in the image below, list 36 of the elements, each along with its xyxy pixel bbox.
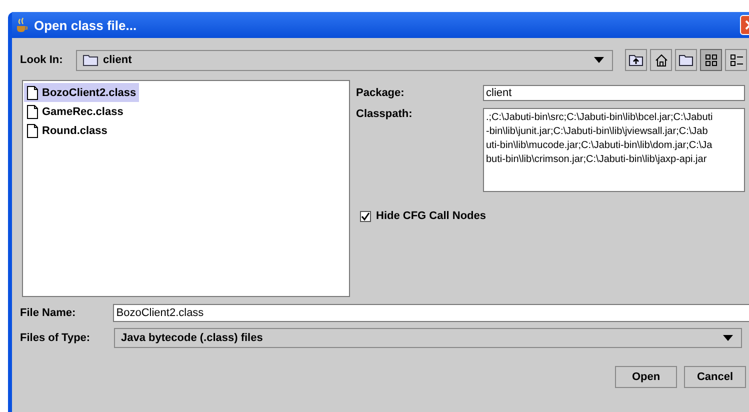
window-title: Open class file... [34,18,137,32]
open-button[interactable]: Open [615,366,677,388]
classpath-field[interactable]: .;C:\Jabuti-bin\src;C:\Jabuti-bin\lib\bcel.jar;C:\Jabuti -bin\lib\junit.jar;C:\Jabuti-bin\lib\jviewsall.jar;C:\Jab uti-bin\lib\mucode.jar;C:\Jabuti-bin\lib\dom.jar;C:\Ja buti-bin\lib\crimson.jar;C:\Jabuti-bin\lib\jaxp-api.jar [483,108,745,192]
package-label: Package: [356,86,406,99]
file-icon [27,124,38,138]
file-icon [27,86,38,100]
file-item[interactable]: GameRec.class [24,102,126,121]
look-in-dropdown[interactable]: client [76,50,613,70]
cancel-button[interactable]: Cancel [684,366,746,388]
file-type-dropdown[interactable]: Java bytecode (.class) files [114,328,742,348]
details-view-button[interactable] [725,49,747,71]
file-name-field[interactable]: BozoClient2.class [113,304,749,322]
look-in-value: client [103,54,132,66]
file-icon [27,104,38,118]
look-in-label: Look In: [20,54,64,66]
new-folder-button[interactable] [675,49,697,71]
caret-icon [594,57,604,63]
folder-icon [83,54,98,66]
folder-icon [679,54,693,66]
file-item[interactable]: Round.class [24,121,110,140]
file-type-value: Java bytecode (.class) files [121,332,263,344]
file-item[interactable]: BozoClient2.class [24,83,140,102]
caret-icon [723,335,733,341]
grid-icon [704,54,718,66]
package-field[interactable]: client [483,85,745,101]
up-folder-button[interactable] [625,49,647,71]
list-view-button[interactable] [700,49,722,71]
home-icon [654,54,668,66]
hide-cfg-checkbox[interactable]: Hide CFG Call Nodes [360,210,749,222]
folder-up-icon [629,54,643,66]
coffee-cup-icon [14,17,30,33]
file-name-label: File Name: [20,307,77,319]
home-button[interactable] [650,49,672,71]
details-list-icon [730,54,742,66]
file-type-label: Files of Type: [20,332,92,344]
classpath-label: Classpath: [356,107,414,120]
